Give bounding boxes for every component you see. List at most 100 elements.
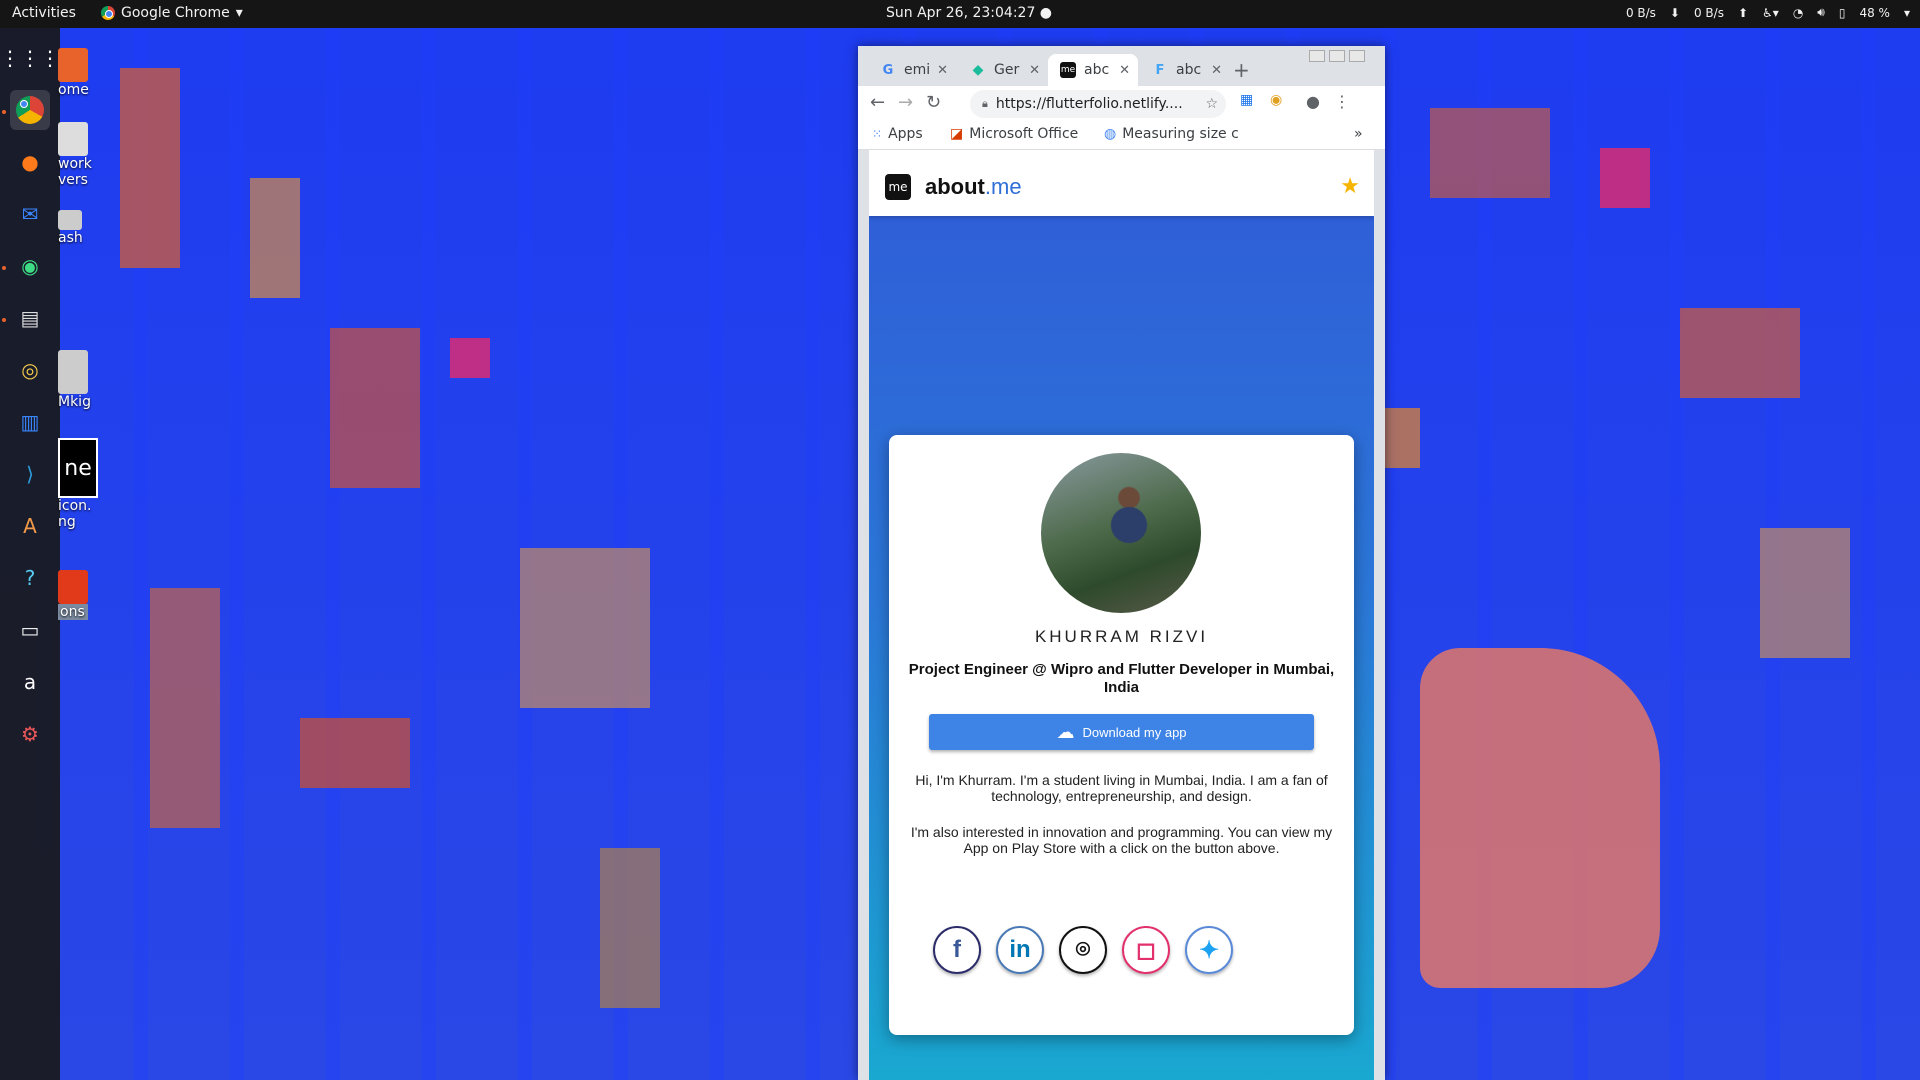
arrow-down-icon: ⬇ bbox=[1669, 5, 1680, 20]
chrome-icon bbox=[101, 6, 115, 20]
files-icon[interactable]: ▤ bbox=[10, 298, 50, 338]
maximize-button[interactable] bbox=[1329, 50, 1345, 62]
help-icon[interactable]: ? bbox=[10, 558, 50, 598]
download-button-label: Download my app bbox=[1082, 724, 1187, 740]
close-icon[interactable]: ✕ bbox=[1119, 63, 1130, 78]
battery-icon: ▯ bbox=[1838, 5, 1846, 20]
tab-label: abc bbox=[1176, 62, 1202, 78]
tab-3-active[interactable]: me abc ✕ bbox=[1048, 54, 1138, 86]
close-icon[interactable]: ✕ bbox=[937, 63, 948, 78]
wallpaper-tile bbox=[1380, 408, 1420, 468]
github-icon[interactable]: ⌾ bbox=[1059, 926, 1107, 974]
reload-icon[interactable]: ↻ bbox=[926, 92, 941, 113]
url-text: https://flutterfolio.netlify.... bbox=[995, 96, 1183, 112]
bookmark-label: Microsoft Office bbox=[969, 126, 1079, 142]
desktop-icon-mkig[interactable]: Mkig bbox=[58, 350, 91, 410]
running-indicator bbox=[2, 318, 6, 322]
logo-suffix: .me bbox=[984, 174, 1022, 199]
tab-4[interactable]: F abc ✕ bbox=[1140, 54, 1230, 86]
firefox-icon[interactable]: ● bbox=[10, 142, 50, 182]
thunderbird-icon[interactable]: ✉ bbox=[10, 194, 50, 234]
bookmark-label: Apps bbox=[888, 126, 923, 142]
app-menu-label: Google Chrome bbox=[121, 5, 230, 21]
wallpaper-tile bbox=[450, 338, 490, 378]
settings-icon[interactable]: ⚙ bbox=[10, 714, 50, 754]
tab-2[interactable]: ◆ Ger ✕ bbox=[958, 54, 1048, 86]
logo-icon: me bbox=[885, 174, 911, 200]
desktop-icon-label: ash bbox=[58, 230, 83, 246]
download-app-button[interactable]: ☁ Download my app bbox=[929, 714, 1314, 750]
app-bar: me about.me ★ bbox=[869, 150, 1374, 216]
rhythmbox-icon[interactable]: ◎ bbox=[10, 350, 50, 390]
minimize-button[interactable] bbox=[1309, 50, 1325, 62]
address-bar[interactable]: 🔒︎ https://flutterfolio.netlify.... ☆ bbox=[970, 90, 1226, 118]
system-tray[interactable]: 0 B/s ⬇ 0 B/s ⬆ ♿▾ ◔ 🔊︎ ▯ 48 % ▾ bbox=[1626, 5, 1910, 20]
avatar bbox=[1041, 453, 1201, 613]
desktop-icon-network[interactable]: work vers bbox=[58, 122, 92, 188]
bookmarks-overflow-button[interactable]: » bbox=[1354, 126, 1363, 142]
top-bar: Activities Google Chrome ▾ Sun Apr 26, 2… bbox=[0, 0, 1920, 28]
forward-icon[interactable]: → bbox=[898, 92, 913, 113]
tab-1[interactable]: G emi ✕ bbox=[868, 54, 956, 86]
terminal-icon[interactable]: ▭ bbox=[10, 610, 50, 650]
software-center-icon[interactable]: A bbox=[10, 506, 50, 546]
network-icon bbox=[58, 122, 88, 156]
running-indicator bbox=[2, 110, 6, 114]
menu-icon[interactable]: ⋮ bbox=[1334, 92, 1350, 111]
bookmark-apps[interactable]: ⁙ Apps bbox=[872, 126, 923, 142]
wifi-icon: ◔ bbox=[1792, 5, 1804, 20]
volume-icon: 🔊︎ bbox=[1817, 5, 1825, 19]
bookmarks-bar: ⁙ Apps ◪ Microsoft Office ◍ Measuring si… bbox=[858, 120, 1385, 150]
android-studio-icon[interactable]: ◉ bbox=[10, 246, 50, 286]
desktop-icon-home[interactable]: ome bbox=[58, 48, 89, 98]
wallpaper-tile bbox=[600, 848, 660, 1008]
chevron-down-icon: ▾ bbox=[1903, 5, 1910, 20]
desktop-icon-ons[interactable]: ons bbox=[58, 570, 88, 620]
office-icon: ◪ bbox=[950, 126, 964, 142]
bookmark-measuring-size[interactable]: ◍ Measuring size c bbox=[1104, 126, 1244, 142]
apps-grid-icon[interactable]: ⋮⋮⋮ bbox=[0, 38, 60, 78]
clock[interactable]: Sun Apr 26, 23:04:27 ● bbox=[886, 5, 1052, 21]
chrome-icon[interactable] bbox=[10, 90, 50, 130]
bookmark-microsoft-office[interactable]: ◪ Microsoft Office bbox=[950, 126, 1078, 142]
twitter-icon[interactable]: ✦ bbox=[1185, 926, 1233, 974]
desktop-icon-label: ons bbox=[58, 604, 88, 620]
linkedin-icon[interactable]: in bbox=[996, 926, 1044, 974]
instagram-icon[interactable]: ◻ bbox=[1122, 926, 1170, 974]
star-icon[interactable]: ★ bbox=[1340, 174, 1360, 199]
desktop-icon-trash[interactable]: ash bbox=[58, 210, 83, 246]
toolbar: ← → ↻ 🔒︎ https://flutterfolio.netlify...… bbox=[858, 86, 1385, 120]
profile-headline: Project Engineer @ Wipro and Flutter Dev… bbox=[908, 661, 1335, 696]
desktop-icon-png[interactable]: ne icon. ng bbox=[58, 438, 98, 530]
profile-avatar-icon[interactable]: ● bbox=[1306, 92, 1320, 111]
tab-label: emi bbox=[904, 62, 931, 78]
vscode-icon[interactable]: ⟩ bbox=[10, 454, 50, 494]
back-icon[interactable]: ← bbox=[870, 92, 885, 113]
bio-paragraph-1: Hi, I'm Khurram. I'm a student living in… bbox=[915, 772, 1328, 804]
page-viewport: me about.me ★ KHURRAM RIZVI Project Engi… bbox=[869, 150, 1374, 1080]
app-menu[interactable]: Google Chrome ▾ bbox=[101, 5, 243, 21]
bookmark-star-icon[interactable]: ☆ bbox=[1205, 96, 1218, 112]
close-icon[interactable]: ✕ bbox=[1211, 63, 1222, 78]
logo-text: about.me bbox=[925, 174, 1022, 200]
libreoffice-writer-icon[interactable]: ▥ bbox=[10, 402, 50, 442]
new-tab-button[interactable]: + bbox=[1233, 58, 1250, 82]
close-icon[interactable]: ✕ bbox=[1029, 63, 1040, 78]
wallpaper-tile bbox=[250, 178, 300, 298]
facebook-icon[interactable]: f bbox=[933, 926, 981, 974]
folder-icon bbox=[58, 48, 88, 82]
activities-button[interactable]: Activities bbox=[12, 5, 76, 21]
bio-paragraph-2: I'm also interested in innovation and pr… bbox=[910, 824, 1333, 856]
amazon-icon[interactable]: a bbox=[10, 662, 50, 702]
chevron-down-icon: ▾ bbox=[235, 5, 243, 21]
battery-label: 48 % bbox=[1859, 5, 1890, 20]
net-up-label: 0 B/s bbox=[1693, 5, 1724, 20]
extension-icon[interactable]: ▦ bbox=[1240, 92, 1253, 108]
extension-icon[interactable]: ◉ bbox=[1270, 92, 1282, 108]
tab-label: abc bbox=[1084, 62, 1110, 78]
wallpaper-tile bbox=[1600, 148, 1650, 208]
aboutme-icon: me bbox=[1060, 62, 1076, 78]
close-window-button[interactable] bbox=[1349, 50, 1365, 62]
desktop-icon-label: ome bbox=[58, 82, 89, 98]
logo-main: about bbox=[925, 174, 985, 199]
